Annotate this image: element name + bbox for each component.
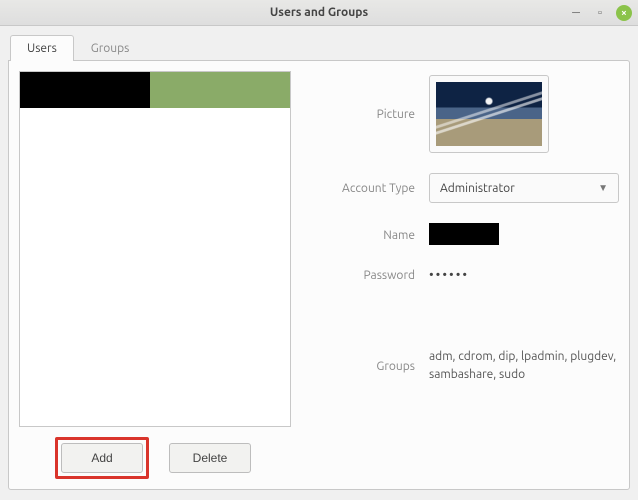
picture-button[interactable] (429, 75, 549, 153)
content-area: Users Groups Add Delete Picture (0, 26, 638, 500)
account-type-value: Administrator (440, 182, 515, 195)
left-column: Add Delete (19, 71, 291, 479)
add-button[interactable]: Add (61, 443, 143, 473)
tab-groups[interactable]: Groups (74, 35, 147, 61)
user-row-selected[interactable] (20, 72, 290, 108)
user-list[interactable] (19, 71, 291, 427)
tab-panel-users: Add Delete Picture Account Type Administ… (8, 60, 630, 490)
user-name-redacted (20, 72, 150, 108)
chevron-down-icon: ▼ (598, 182, 608, 194)
window-controls: ─ ▫ × (568, 0, 632, 25)
label-password: Password (305, 269, 415, 282)
user-picture (436, 82, 542, 146)
maximize-button[interactable]: ▫ (592, 5, 608, 21)
name-value-redacted[interactable] (429, 223, 499, 245)
label-groups: Groups (305, 360, 415, 373)
password-value[interactable]: •••••• (429, 268, 469, 282)
label-picture: Picture (305, 108, 415, 121)
delete-button[interactable]: Delete (169, 443, 251, 473)
highlight-add: Add (55, 437, 149, 479)
details-form: Picture Account Type Administrator ▼ Nam… (305, 75, 619, 384)
window-title: Users and Groups (270, 6, 368, 19)
account-type-combo[interactable]: Administrator ▼ (429, 173, 619, 203)
minimize-button[interactable]: ─ (568, 5, 584, 21)
details-pane: Picture Account Type Administrator ▼ Nam… (305, 71, 619, 479)
titlebar: Users and Groups ─ ▫ × (0, 0, 638, 26)
label-account-type: Account Type (305, 182, 415, 195)
close-button[interactable]: × (616, 5, 632, 21)
tab-bar: Users Groups (10, 34, 630, 60)
label-name: Name (305, 229, 415, 242)
tab-users[interactable]: Users (10, 35, 74, 61)
groups-value[interactable]: adm, cdrom, dip, lpadmin, plugdev, samba… (429, 348, 619, 384)
list-buttons: Add Delete (19, 427, 291, 479)
